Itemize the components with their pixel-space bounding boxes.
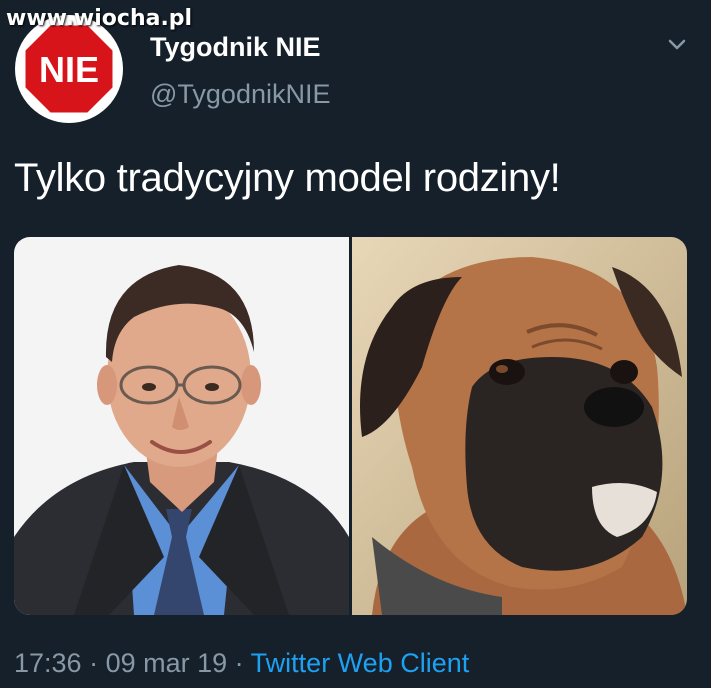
meta-separator: · <box>81 648 106 678</box>
author-handle[interactable]: @TygodnikNIE <box>150 79 330 110</box>
avatar-text: NIE <box>39 49 99 90</box>
tweet-client-link[interactable]: Twitter Web Client <box>251 648 470 678</box>
tweet-time[interactable]: 17:36 <box>14 648 82 678</box>
dog-photo-illustration <box>352 237 687 615</box>
man-photo-illustration <box>14 237 349 615</box>
tweet-media[interactable] <box>14 237 687 615</box>
tweet-meta: 17:36 · 09 mar 19 · Twitter Web Client <box>14 648 469 679</box>
author-name[interactable]: Tygodnik NIE <box>150 32 321 63</box>
chevron-down-icon[interactable] <box>664 34 690 54</box>
tweet-text: Tylko tradycyjny model rodziny! <box>14 156 561 200</box>
media-photo-man[interactable] <box>14 237 349 615</box>
watermark: www.wiocha.pl <box>6 6 193 31</box>
tweet-date[interactable]: 09 mar 19 <box>106 648 228 678</box>
meta-separator: · <box>227 648 251 678</box>
media-photo-dog[interactable] <box>352 237 687 615</box>
